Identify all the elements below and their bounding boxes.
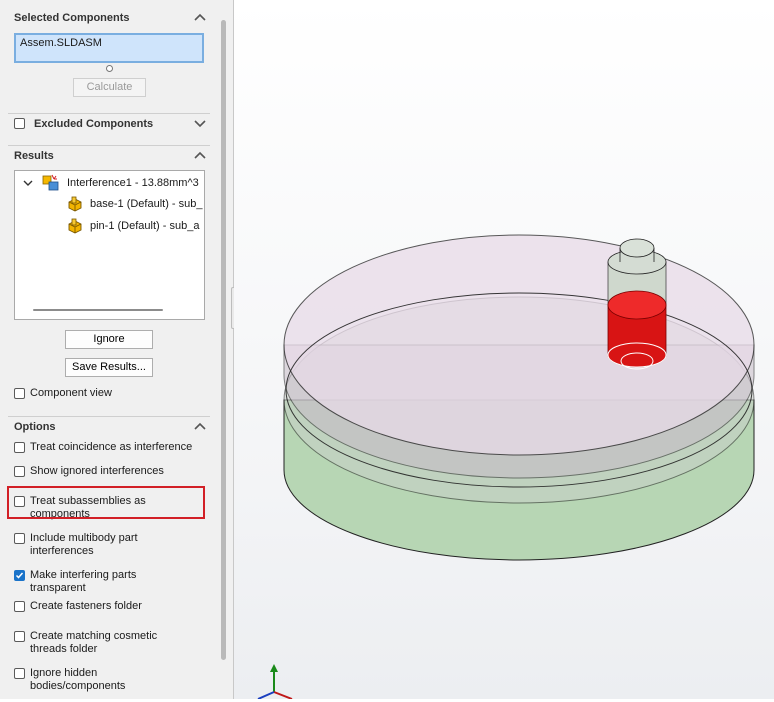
options-header[interactable]: Options (8, 416, 210, 436)
tree-label-pin: pin-1 (Default) - sub_a (90, 220, 200, 232)
ignore-button[interactable]: Ignore (65, 330, 153, 349)
interference-icon (42, 174, 59, 191)
part-icon (68, 196, 82, 212)
highlight-box (7, 486, 205, 519)
option-checkbox[interactable] (14, 668, 25, 679)
selected-component-item[interactable]: Assem.SLDASM (20, 37, 102, 49)
component-view-checkbox[interactable] (14, 388, 25, 399)
tree-row-pin[interactable]: pin-1 (Default) - sub_a (15, 216, 204, 236)
results-header[interactable]: Results (8, 145, 210, 165)
option-checkbox[interactable] (14, 631, 25, 642)
tree-row-base[interactable]: base-1 (Default) - sub_ (15, 194, 204, 214)
save-results-button[interactable]: Save Results... (65, 358, 153, 377)
chevron-up-icon[interactable] (194, 12, 206, 22)
interference-top (607, 290, 667, 320)
resize-handle-icon[interactable] (106, 65, 113, 72)
tree-label-base: base-1 (Default) - sub_ (90, 198, 203, 210)
checkmark-icon (15, 572, 24, 579)
option-checkbox[interactable] (14, 442, 25, 453)
chevron-down-icon[interactable] (194, 118, 206, 128)
excluded-components-header[interactable]: Excluded Components (8, 113, 210, 133)
top-disk-face (283, 234, 755, 456)
option-checkbox[interactable] (14, 466, 25, 477)
panel-scrollbar[interactable] (218, 0, 234, 699)
chevron-up-icon[interactable] (194, 150, 206, 160)
option-label: Include multibody part interferences (30, 532, 138, 557)
tree-row-interference[interactable]: Interference1 - 13.88mm^3 (15, 173, 204, 193)
orientation-triad-icon (257, 664, 293, 700)
model-view[interactable] (234, 0, 774, 700)
option-label: Create matching cosmetic threads folder (30, 630, 158, 655)
component-view-label: Component view (30, 387, 112, 399)
pin-cap (619, 238, 655, 258)
tree-horizontal-scrollbar[interactable] (33, 309, 163, 311)
property-manager-panel: Selected Components Assem.SLDASM Calcula… (0, 0, 218, 699)
calculate-button[interactable]: Calculate (73, 78, 146, 97)
selected-components-header[interactable]: Selected Components (8, 8, 210, 28)
expand-chevron-icon[interactable] (23, 179, 33, 187)
option-checkbox-checked[interactable] (14, 570, 25, 581)
options-title: Options (14, 421, 56, 433)
results-title: Results (14, 150, 54, 162)
excluded-components-checkbox[interactable] (14, 118, 25, 129)
part-icon (68, 218, 82, 234)
option-checkbox[interactable] (14, 601, 25, 612)
results-tree[interactable]: Interference1 - 13.88mm^3 base-1 (Defaul… (14, 170, 205, 320)
option-checkbox[interactable] (14, 533, 25, 544)
option-label: Make interfering parts transparent (30, 569, 137, 594)
tree-label-interference: Interference1 - 13.88mm^3 (67, 177, 199, 189)
panel-scroll-thumb[interactable] (221, 20, 226, 660)
excluded-components-title: Excluded Components (34, 118, 154, 130)
option-label: Treat coincidence as interference (30, 441, 193, 453)
selected-components-list[interactable]: Assem.SLDASM (14, 33, 204, 63)
chevron-up-icon[interactable] (194, 421, 206, 431)
option-label: Create fasteners folder (30, 600, 142, 612)
graphics-viewport[interactable] (234, 0, 774, 700)
option-label: Ignore hidden bodies/components (30, 667, 126, 692)
option-label: Show ignored interferences (30, 465, 164, 477)
selected-components-title: Selected Components (14, 12, 130, 24)
